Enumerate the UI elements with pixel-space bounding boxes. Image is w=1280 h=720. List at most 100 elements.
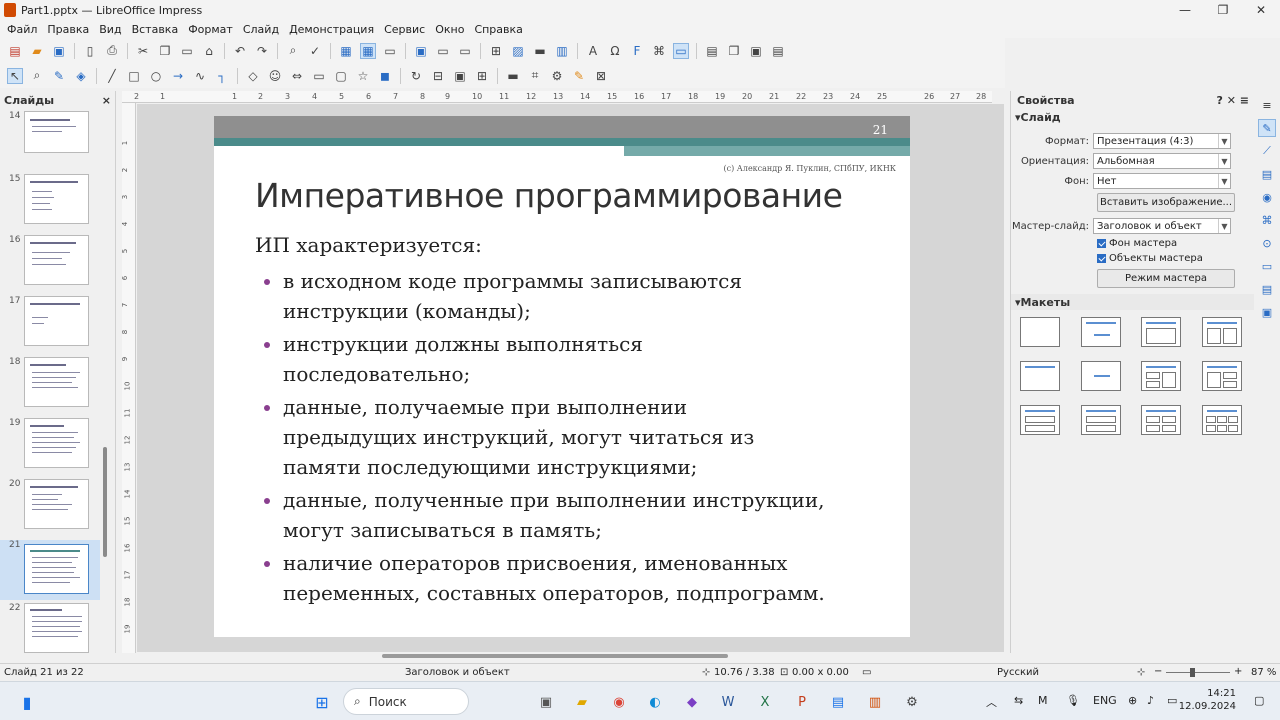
tray-overflow-icon[interactable]: ︿ bbox=[986, 694, 997, 710]
helplines-icon[interactable]: ▦ bbox=[360, 42, 376, 59]
animation-icon[interactable]: ▤ bbox=[1258, 165, 1276, 183]
slide-layout-icon[interactable]: ▤ bbox=[770, 43, 786, 59]
start-current-icon[interactable]: ▭ bbox=[457, 43, 473, 59]
special-char-icon[interactable]: Ω bbox=[607, 43, 623, 59]
slide-canvas[interactable]: 21 (c) Александр Я. Пуклин, СПбПУ, ИКНК … bbox=[214, 116, 910, 637]
navigator-icon[interactable]: ⊙ bbox=[1258, 234, 1276, 252]
section-slide-header[interactable]: ▾ Слайд bbox=[1011, 109, 1255, 125]
slide-editor[interactable]: 21 (c) Александр Я. Пуклин, СПбПУ, ИКНК … bbox=[137, 104, 1004, 652]
redo-icon[interactable]: ↷ bbox=[254, 43, 270, 59]
show-desktop-icon[interactable]: ▮ bbox=[17, 692, 37, 712]
master-slides-icon[interactable]: ▭ bbox=[1258, 257, 1276, 275]
new-icon[interactable]: ▤ bbox=[7, 43, 23, 59]
arrow-line-icon[interactable]: → bbox=[170, 68, 186, 84]
start-icon[interactable]: ⊞ bbox=[312, 692, 332, 712]
shadow-icon[interactable]: ▬ bbox=[505, 68, 521, 84]
slide-intro-text[interactable]: ИП характеризуется: bbox=[255, 233, 482, 257]
layout-title-6-content[interactable] bbox=[1202, 405, 1242, 435]
points-icon[interactable]: ✎ bbox=[571, 68, 587, 84]
fontwork-icon[interactable]: F bbox=[629, 43, 645, 59]
powerpoint-icon[interactable]: P bbox=[792, 692, 812, 712]
menu-slide[interactable]: Слайд bbox=[238, 23, 284, 36]
arrange-icon[interactable]: ▣ bbox=[452, 68, 468, 84]
volume-icon[interactable]: ♪ bbox=[1147, 694, 1154, 707]
save-icon[interactable]: ▣ bbox=[51, 43, 67, 59]
vertical-ruler[interactable]: 1 2 3 4 5 6 7 8 9 10 11 12 13 14 15 16 1… bbox=[121, 103, 136, 653]
slide-thumbnail-selected[interactable]: 21 bbox=[0, 540, 100, 600]
layout-title-2-content[interactable] bbox=[1202, 317, 1242, 347]
zoom-slider-handle[interactable] bbox=[1190, 668, 1195, 677]
clone-format-icon[interactable]: ⌂ bbox=[201, 43, 217, 59]
microphone-icon[interactable]: 🎙 bbox=[1066, 694, 1080, 707]
zoom-level[interactable]: 87 % bbox=[1251, 667, 1276, 678]
notepad-icon[interactable]: ▤ bbox=[828, 692, 848, 712]
slide-thumbnail[interactable]: 17 bbox=[0, 296, 100, 352]
master-dropdown[interactable]: Заголовок и объект ▼ bbox=[1093, 218, 1231, 234]
layout-title-content[interactable] bbox=[1141, 317, 1181, 347]
slide-thumbnail[interactable]: 18 bbox=[0, 357, 100, 413]
menu-file[interactable]: Файл bbox=[2, 23, 42, 36]
master-background-checkbox[interactable]: Фон мастера bbox=[1097, 238, 1177, 249]
find-replace-icon[interactable]: ⌕ bbox=[285, 43, 301, 59]
fit-slide-icon[interactable]: ⊹ bbox=[1137, 667, 1145, 678]
styles-icon[interactable]: ◉ bbox=[1258, 188, 1276, 206]
layout-title-2-content-over[interactable] bbox=[1081, 405, 1121, 435]
task-view-icon[interactable]: ▣ bbox=[536, 692, 556, 712]
layout-title-only-2[interactable] bbox=[1020, 361, 1060, 391]
background-dropdown[interactable]: Нет ▼ bbox=[1093, 173, 1231, 189]
curve-icon[interactable]: ∿ bbox=[192, 68, 208, 84]
slide-thumbnail[interactable]: 14 bbox=[0, 111, 100, 167]
copy-icon[interactable]: ❐ bbox=[157, 43, 173, 59]
properties-deck-icon[interactable]: ✎ bbox=[1258, 119, 1276, 137]
layout-title-4-content[interactable] bbox=[1141, 405, 1181, 435]
connector-icon[interactable]: ┐ bbox=[214, 68, 230, 84]
visual-studio-icon[interactable]: ◆ bbox=[682, 692, 702, 712]
line-color-icon[interactable]: ✎ bbox=[51, 68, 67, 84]
menu-edit[interactable]: Правка bbox=[42, 23, 94, 36]
file-explorer-icon[interactable]: ▰ bbox=[572, 692, 592, 712]
slide-thumbnail[interactable]: 20 bbox=[0, 479, 100, 535]
export-pdf-icon[interactable]: ▯ bbox=[82, 43, 98, 59]
master-mode-button[interactable]: Режим мастера bbox=[1097, 269, 1235, 288]
distribute-icon[interactable]: ⊞ bbox=[474, 68, 490, 84]
cut-icon[interactable]: ✂ bbox=[135, 43, 151, 59]
layout-title-content-over[interactable] bbox=[1020, 405, 1060, 435]
slide-transition-icon[interactable]: ⟋ bbox=[1258, 142, 1276, 160]
format-dropdown[interactable]: Презентация (4:3) ▼ bbox=[1093, 133, 1231, 149]
paste-icon[interactable]: ▭ bbox=[179, 43, 195, 59]
menu-slideshow[interactable]: Демонстрация bbox=[284, 23, 379, 36]
menu-tools[interactable]: Сервис bbox=[379, 23, 430, 36]
slide-bullet-list[interactable]: в исходном коде программы записываются и… bbox=[264, 266, 904, 611]
notifications-icon[interactable]: ▢ bbox=[1254, 694, 1264, 707]
input-language[interactable]: ENG bbox=[1093, 694, 1117, 707]
slide-new-icon[interactable]: ▤ bbox=[704, 43, 720, 59]
shapes-icon[interactable]: ▤ bbox=[1258, 280, 1276, 298]
editor-horizontal-scrollbar[interactable] bbox=[382, 654, 728, 658]
zoom-out-icon[interactable]: − bbox=[1154, 666, 1162, 677]
stars-icon[interactable]: ☆ bbox=[355, 68, 371, 84]
maximize-button[interactable]: ❐ bbox=[1204, 0, 1242, 20]
print-icon[interactable]: ⎙ bbox=[104, 43, 120, 59]
image-icon[interactable]: ▨ bbox=[510, 43, 526, 59]
slide-thumbnail[interactable]: 22 bbox=[0, 603, 100, 659]
gallery-icon[interactable]: ⌘ bbox=[1258, 211, 1276, 229]
close-pane-icon[interactable]: × bbox=[102, 94, 111, 107]
glue-points-icon[interactable]: ⊠ bbox=[593, 68, 609, 84]
symbol-shapes-icon[interactable]: ☺ bbox=[267, 68, 283, 84]
insert-image-button[interactable]: Вставить изображение... bbox=[1097, 193, 1235, 212]
media-icon[interactable]: ▬ bbox=[532, 43, 548, 59]
section-layouts-header[interactable]: ▾ Макеты bbox=[1011, 294, 1254, 310]
master-slide-icon[interactable]: ▣ bbox=[413, 43, 429, 59]
block-arrows-icon[interactable]: ⇔ bbox=[289, 68, 305, 84]
rectangle-icon[interactable]: □ bbox=[126, 68, 142, 84]
filter-icon[interactable]: ⚙ bbox=[549, 68, 565, 84]
3d-objects-icon[interactable]: ◼ bbox=[377, 68, 393, 84]
close-sidebar-icon[interactable]: ? ✕ ≡ bbox=[1217, 94, 1249, 107]
zoom-icon[interactable]: ⌕ bbox=[29, 68, 45, 84]
rotate-icon[interactable]: ↻ bbox=[408, 68, 424, 84]
zoom-slider[interactable] bbox=[1166, 672, 1230, 673]
layout-centered-text[interactable] bbox=[1081, 361, 1121, 391]
select-icon[interactable]: ↖ bbox=[7, 67, 23, 84]
master-objects-checkbox[interactable]: Объекты мастера bbox=[1097, 253, 1203, 264]
orientation-dropdown[interactable]: Альбомная ▼ bbox=[1093, 153, 1231, 169]
